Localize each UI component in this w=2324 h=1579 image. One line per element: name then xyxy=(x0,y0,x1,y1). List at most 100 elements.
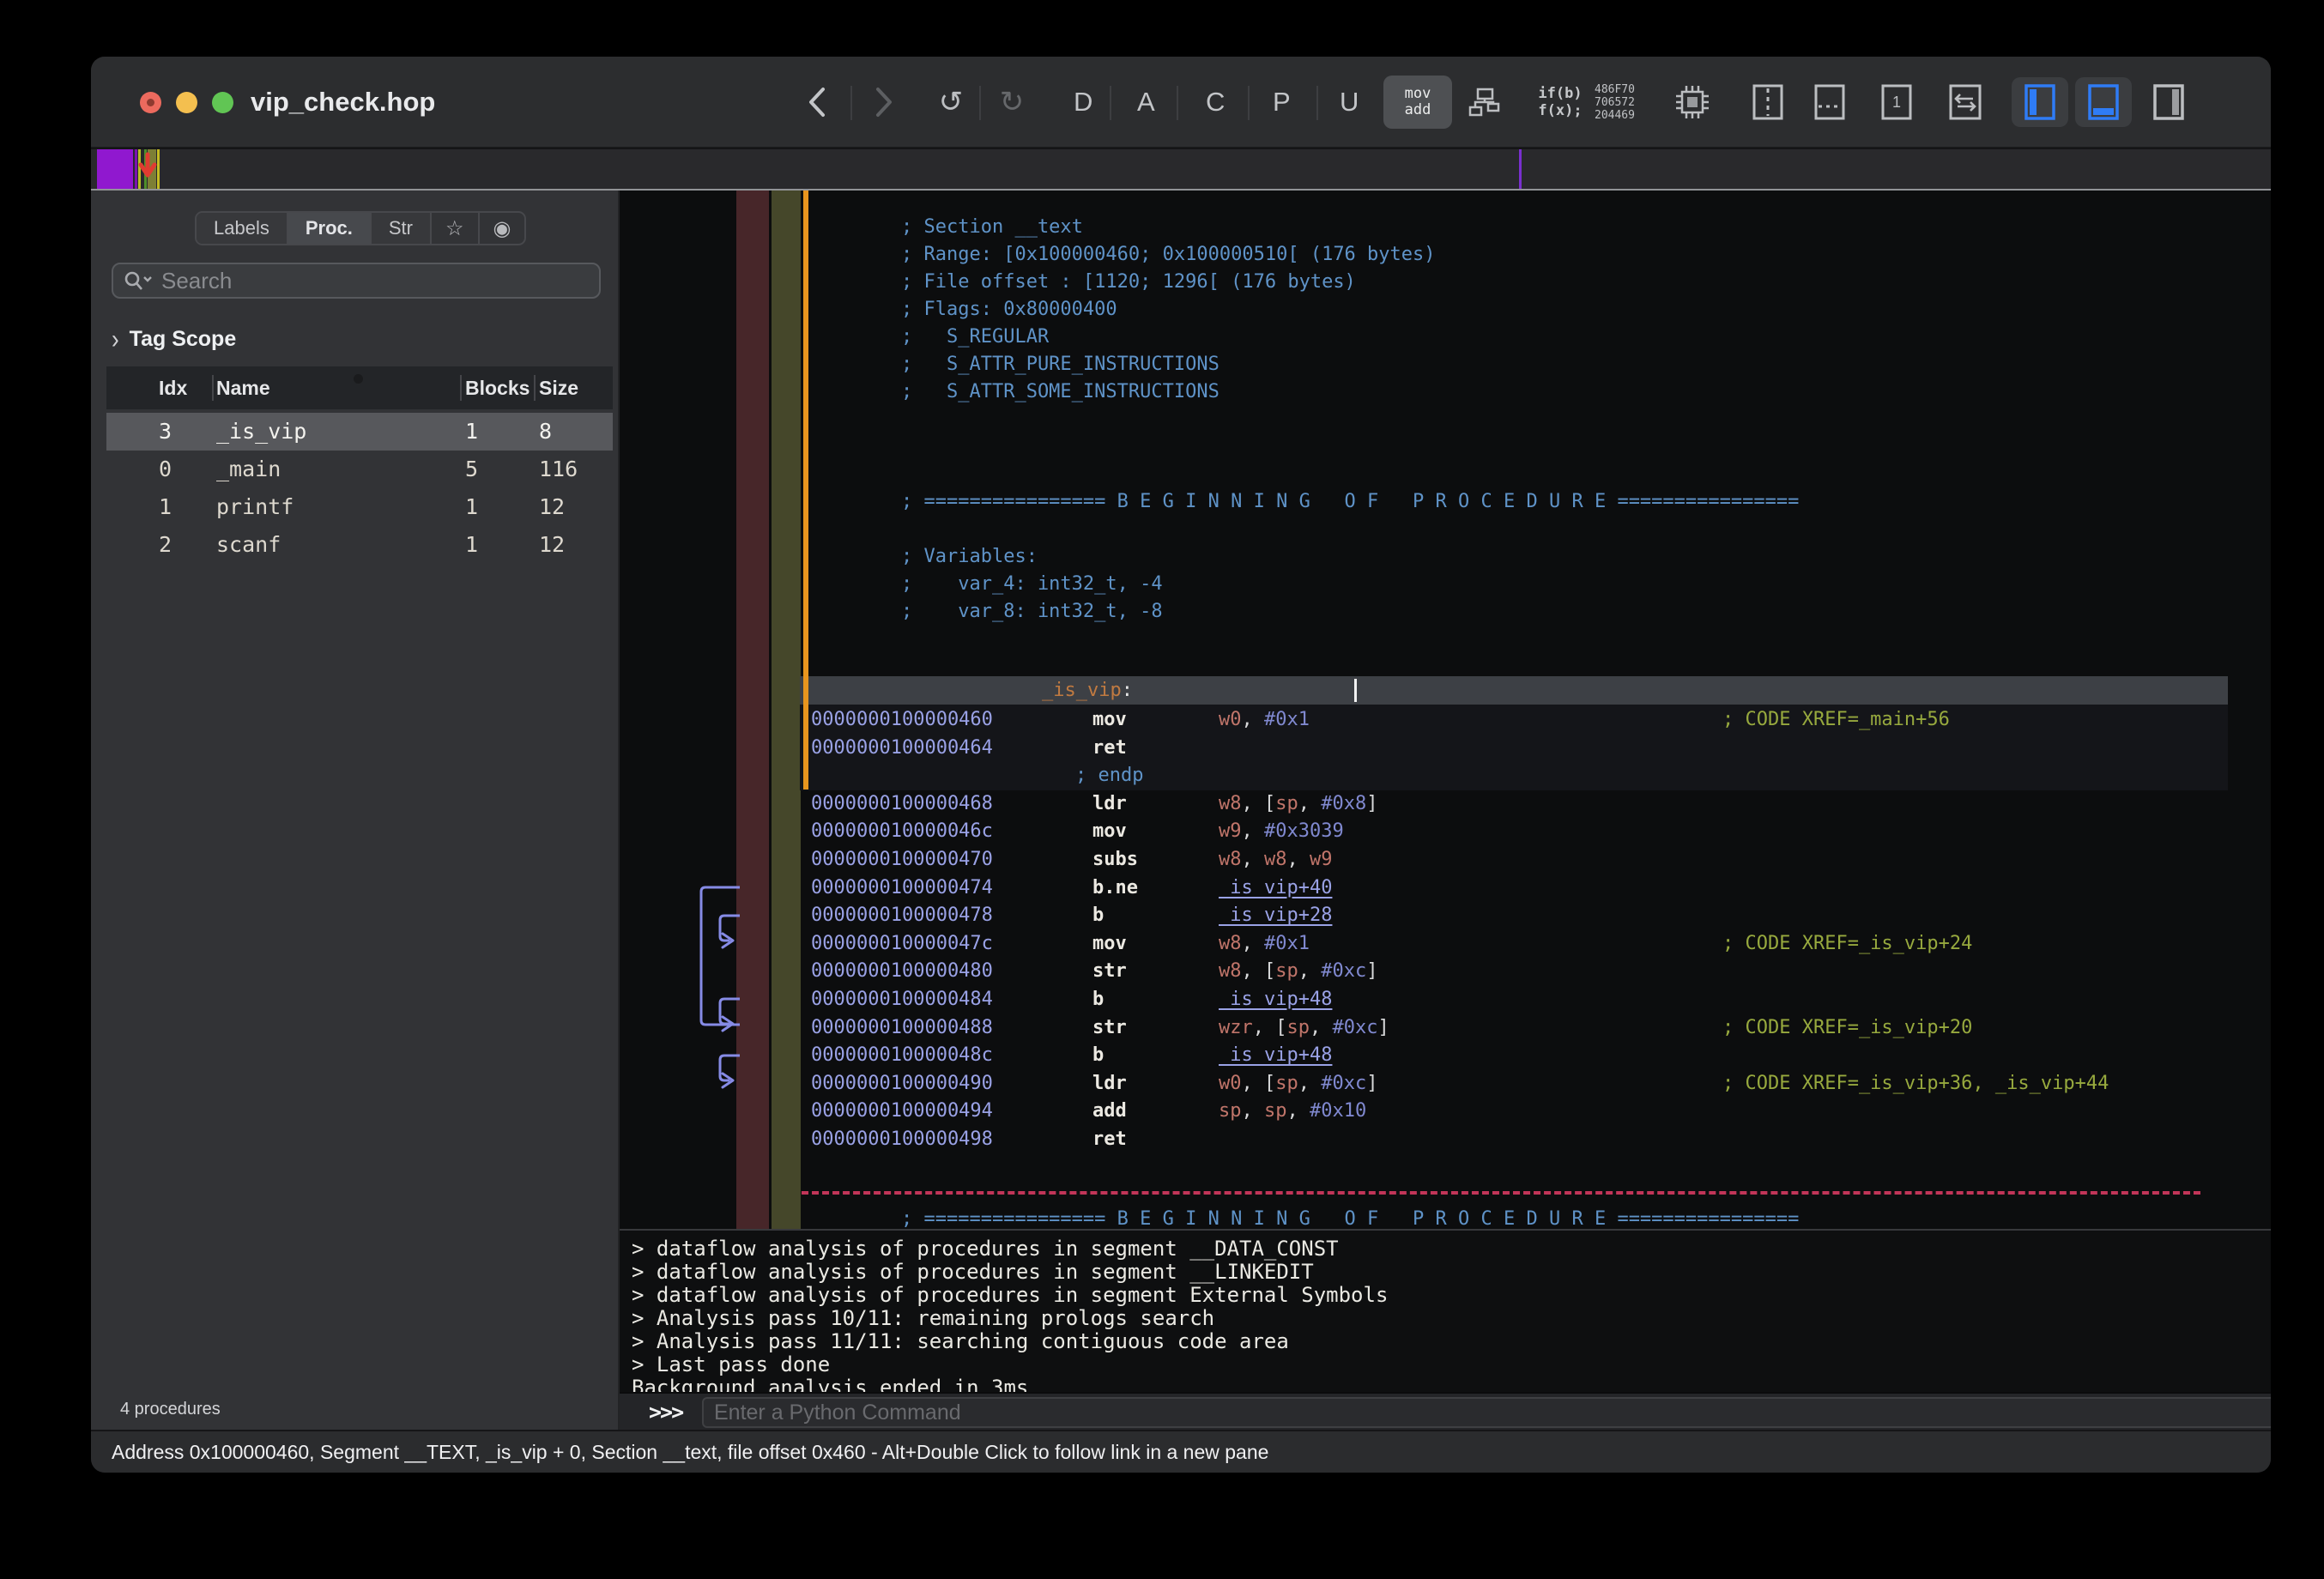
table-row[interactable]: 1printf112 xyxy=(106,488,613,526)
disasm-row[interactable]: 0000000100000490ldrw0, [sp, #0xc]; CODE … xyxy=(800,1069,2228,1098)
address: 000000010000046c xyxy=(811,817,993,845)
close-button[interactable] xyxy=(140,92,161,113)
tab-labels[interactable]: Labels xyxy=(197,213,288,244)
table-row[interactable]: 0_main5116 xyxy=(106,451,613,488)
hex-view-button[interactable]: 486F70 706572 204469 xyxy=(1595,57,1655,148)
section-comment: ; S_ATTR_SOME_INSTRUCTIONS xyxy=(901,378,1219,406)
tab-tagfilter[interactable]: ◉ xyxy=(480,213,525,244)
console-line: > dataflow analysis of procedures in seg… xyxy=(632,1261,2271,1284)
tab-star[interactable]: ☆ xyxy=(432,213,480,244)
pseudocode-button[interactable]: if(b) f(x); xyxy=(1526,57,1595,148)
disassembly-pane[interactable]: ; Section __text; Range: [0x100000460; 0… xyxy=(620,191,2271,1229)
address: 0000000100000464 xyxy=(811,734,993,762)
disasm-row[interactable]: 0000000100000484b_is_vip+48 xyxy=(800,985,2228,1013)
procedure-separator xyxy=(802,1191,2200,1195)
back-button[interactable] xyxy=(800,57,834,148)
address: 0000000100000484 xyxy=(811,985,993,1013)
column-header-name[interactable]: Name xyxy=(216,366,270,409)
column-header-blocks[interactable]: Blocks xyxy=(465,366,530,409)
mnemonic: b.ne xyxy=(1092,874,1138,902)
redo-button[interactable]: ↻ xyxy=(995,57,1029,148)
search-field[interactable]: Search xyxy=(112,263,601,299)
disasm-row[interactable]: 000000010000047cmovw8, #0x1; CODE XREF=_… xyxy=(800,929,2228,958)
xref-comment: ; CODE XREF=_is_vip+24 xyxy=(1722,929,1972,958)
screen: vip_check.hop ↺ ↻ mov add xyxy=(0,0,2324,1579)
operand-token: , xyxy=(1242,849,1265,870)
tag-scope-disclosure[interactable]: › Tag Scope xyxy=(112,326,236,353)
undo-button[interactable]: ↺ xyxy=(934,57,968,148)
address: 0000000100000460 xyxy=(811,705,993,734)
column-header-idx[interactable]: Idx xyxy=(159,366,187,409)
procedure-table: 3_is_vip180_main51161printf1122scanf112 xyxy=(106,413,613,564)
disasm-row[interactable]: 0000000100000474b.ne_is_vip+40 xyxy=(800,874,2228,902)
xref-comment: ; CODE XREF=_is_vip+20 xyxy=(1722,1013,1972,1042)
assembly-mode-button[interactable]: mov add xyxy=(1383,76,1452,129)
python-input[interactable]: Enter a Python Command xyxy=(702,1397,2271,1428)
operand-token: , xyxy=(1242,820,1265,842)
disasm-row[interactable]: 000000010000046cmovw9, #0x3039 xyxy=(800,817,2228,845)
mnemonic: str xyxy=(1092,957,1127,985)
address: 000000010000047c xyxy=(811,929,993,958)
disasm-row[interactable]: 0000000100000460movw0, #0x1; CODE XREF=_… xyxy=(800,705,2228,734)
console-log: > dataflow analysis of procedures in seg… xyxy=(620,1229,2271,1392)
right-panel-toggle[interactable] xyxy=(2147,57,2190,148)
titlebar[interactable]: vip_check.hop ↺ ↻ mov add xyxy=(91,57,2271,148)
toolbar-letter-c[interactable]: C xyxy=(1206,57,1225,148)
mnemonic: ldr xyxy=(1092,790,1127,818)
disasm-row[interactable]: 0000000100000478b_is_vip+28 xyxy=(800,901,2228,929)
right-panel-icon xyxy=(2153,84,2184,120)
cpu-button[interactable] xyxy=(1670,57,1715,148)
address: 0000000100000474 xyxy=(811,874,993,902)
bottom-panel-toggle[interactable] xyxy=(2075,77,2132,127)
table-row[interactable]: 2scanf112 xyxy=(106,526,613,564)
disclosure-chevron-icon: › xyxy=(112,324,119,355)
xref-comment: ; CODE XREF=_is_vip+36, _is_vip+44 xyxy=(1722,1069,2109,1098)
disasm-row[interactable]: 0000000100000464ret xyxy=(800,734,2228,762)
undo-icon: ↺ xyxy=(939,85,964,119)
blocks-cell: 1 xyxy=(465,526,478,564)
zoom-button[interactable] xyxy=(212,92,233,113)
left-panel-toggle[interactable] xyxy=(2012,77,2068,127)
disasm-row[interactable]: 0000000100000480strw8, [sp, #0xc] xyxy=(800,957,2228,985)
operand-token: w8 xyxy=(1219,849,1242,870)
toolbar-letter-a[interactable]: A xyxy=(1137,57,1155,148)
blocks-cell: 1 xyxy=(465,413,478,451)
forward-button[interactable] xyxy=(867,57,901,148)
split-pane-icon xyxy=(1752,84,1783,120)
column-header-size[interactable]: Size xyxy=(539,366,578,409)
size-cell: 8 xyxy=(539,413,552,451)
horizontal-split-button[interactable] xyxy=(1809,57,1850,148)
toolbar-letter-p[interactable]: P xyxy=(1273,57,1291,148)
tab-str[interactable]: Str xyxy=(372,213,432,244)
endp-comment: ; endp xyxy=(1075,761,1143,790)
toolbar-letter-d[interactable]: D xyxy=(1074,57,1092,148)
operands: _is_vip+48 xyxy=(1219,1041,1332,1069)
toolbar-divider xyxy=(979,86,981,120)
hex-line1: 486F70 xyxy=(1595,83,1655,96)
tab-proc[interactable]: Proc. xyxy=(288,213,372,244)
disasm-row[interactable]: 0000000100000498ret xyxy=(800,1125,2228,1153)
split-pane-button[interactable] xyxy=(1747,57,1788,148)
swap-panes-button[interactable] xyxy=(1945,57,1986,148)
address: 0000000100000470 xyxy=(811,845,993,874)
disasm-row[interactable]: 0000000100000488strwzr, [sp, #0xc]; CODE… xyxy=(800,1013,2228,1042)
disasm-row[interactable]: 0000000100000468ldrw8, [sp, #0x8] xyxy=(800,790,2228,818)
status-bar: Address 0x100000460, Segment __TEXT, _is… xyxy=(91,1430,2271,1473)
disasm-row[interactable]: 0000000100000494addsp, sp, #0x10 xyxy=(800,1097,2228,1125)
cfg-button[interactable] xyxy=(1466,57,1504,148)
operand-token: , [ xyxy=(1242,1073,1276,1094)
minimize-button[interactable] xyxy=(176,92,197,113)
table-row[interactable]: 3_is_vip18 xyxy=(106,413,613,451)
procedure-label-row[interactable]: _is_vip: xyxy=(800,676,2228,705)
operand-token: , xyxy=(1242,709,1265,730)
disasm-row[interactable]: 0000000100000470subsw8, w8, w9 xyxy=(800,845,2228,874)
name-cell: _is_vip xyxy=(216,413,306,451)
chevron-left-icon xyxy=(808,87,826,118)
toolbar-letter-u[interactable]: U xyxy=(1340,57,1359,148)
blocks-cell: 5 xyxy=(465,451,478,488)
single-pane-button[interactable]: 1 xyxy=(1876,57,1917,148)
cpu-chip-icon xyxy=(1673,83,1711,121)
navigation-bar[interactable] xyxy=(91,148,2271,191)
splitter-handle[interactable] xyxy=(354,374,363,384)
disasm-row[interactable]: 000000010000048cb_is_vip+48 xyxy=(800,1041,2228,1069)
